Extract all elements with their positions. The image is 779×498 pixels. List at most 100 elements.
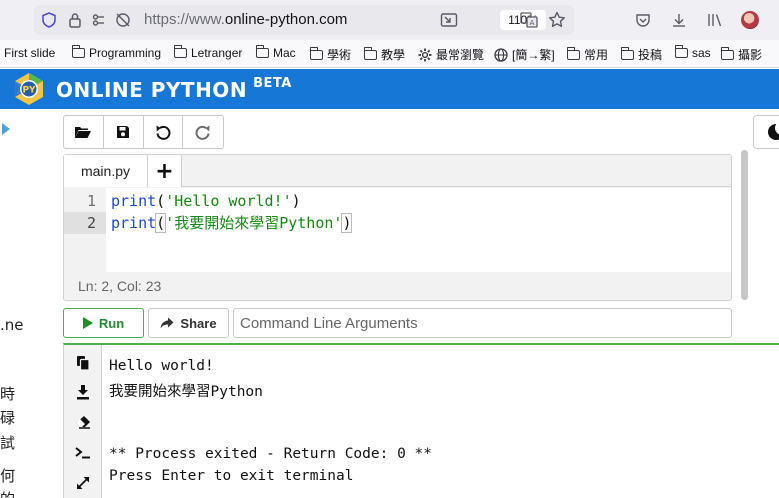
sidebar-text-fragment: 時 [0,385,16,403]
open-file-button[interactable] [64,116,104,148]
url-prefix: https://www. [144,11,225,28]
bookmark-folder[interactable]: 教學 [363,46,406,63]
tracking-off-icon[interactable] [114,11,132,29]
bookmark-label: 學術 [327,48,352,62]
code-area[interactable]: 1 2 print('Hello world!') print('我要開始來學習… [64,188,731,272]
folder-icon [720,46,734,60]
brand-name: ONLINE PYTHON [56,78,248,102]
bookmark-folder[interactable]: 投稿 [620,46,663,63]
bookmark-label: Programming [89,46,162,60]
copy-output-button[interactable] [73,353,93,373]
clear-output-button[interactable] [73,412,93,432]
code-line-active[interactable]: print('我要開始來學習Python') [111,212,353,234]
tab-main-py[interactable]: main.py [64,155,148,187]
moon-icon [768,121,779,140]
copy-icon [77,356,90,371]
pocket-icon[interactable] [633,10,653,30]
permissions-icon[interactable] [92,11,110,29]
bookmark-folder[interactable]: Programming [71,45,162,60]
open-shell-button[interactable] [73,443,93,463]
url-text[interactable]: https://www.online-python.com [144,11,347,28]
folder-icon [566,46,580,60]
bookmark-folder[interactable]: 學術 [309,46,352,63]
lock-icon[interactable] [66,11,84,29]
play-icon [82,317,93,329]
code-paren: ) [341,213,353,233]
account-avatar[interactable] [741,11,759,29]
cursor-status: Ln: 2, Col: 23 [78,278,162,294]
save-button[interactable] [104,116,144,148]
text-cursor [351,214,353,231]
url-host: online-python.com [224,11,348,28]
expand-icon [77,477,89,489]
translate-icon[interactable]: A [520,11,538,29]
bookmark-label: sas [692,46,711,60]
bookmark-folder[interactable]: Letranger [173,45,242,60]
bookmark-item[interactable]: First slide [4,46,55,60]
open-folder-icon [75,127,92,138]
shield-icon[interactable] [40,11,58,29]
folder-icon [620,46,634,60]
download-icon [77,385,89,400]
theme-toggle-button[interactable] [753,115,779,149]
bookmark-item[interactable]: 最常瀏覽 [418,46,484,63]
undo-icon [156,125,171,140]
code-string: '我要開始來學習Python' [165,214,343,232]
share-label: Share [180,315,217,331]
command-line-arguments-input[interactable] [233,308,732,338]
app-header: PY ONLINE PYTHON BETA [0,69,779,109]
bookmark-label: 常用 [584,48,609,62]
code-paren: ( [156,192,166,210]
bookmark-star-icon[interactable] [548,11,566,29]
run-button[interactable]: Run [63,308,144,338]
folder-icon [173,45,187,58]
logo-text: PY [22,86,36,96]
share-icon [160,317,174,329]
editor-tab-bar: main.py + [64,155,731,187]
code-string: 'Hello world!' [165,192,292,210]
bookmark-label: [簡→繁] [512,48,555,62]
bookmark-folder[interactable]: 常用 [566,46,609,63]
editor-scrollbar[interactable] [741,150,748,300]
ad-choices-icon[interactable] [2,123,10,135]
bookmark-label: 最常瀏覽 [436,48,485,62]
redo-icon [195,125,210,140]
folder-icon [363,46,377,60]
beta-badge: BETA [253,76,292,91]
expand-terminal-button[interactable] [73,473,93,493]
sidebar-text-fragment: 碌 [0,409,16,427]
editor-toolbar [63,115,224,149]
add-tab-button[interactable]: + [148,155,182,187]
share-button[interactable]: Share [148,308,229,338]
redo-button[interactable] [183,116,223,148]
bookmark-item[interactable]: [簡→繁] [494,46,555,63]
terminal-output[interactable]: Hello world! 我要開始來學習Python ** Process ex… [63,343,779,498]
folder-icon [309,46,323,60]
sidebar-text-fragment: .ne [0,316,24,334]
save-icon [117,126,130,138]
bookmark-folder[interactable]: 攝影 [720,46,762,63]
download-output-button[interactable] [73,382,93,402]
bookmarks-toolbar: First slide Programming Letranger Mac 學術… [0,40,779,68]
bookmark-folder[interactable]: Mac [255,45,296,60]
library-icon[interactable] [705,10,725,30]
download-icon[interactable] [669,10,689,30]
globe-icon [494,47,508,62]
terminal-sidebar [64,345,102,498]
line-number-active: 2 [64,212,106,234]
terminal-line: ** Process exited - Return Code: 0 ** [109,446,433,462]
folder-icon [71,45,85,58]
folder-icon [255,45,269,58]
run-label: Run [98,315,125,331]
undo-button[interactable] [144,116,184,148]
python-logo-icon[interactable]: PY [13,72,45,106]
code-line[interactable]: print('Hello world!') [111,190,301,212]
bookmark-folder[interactable]: sas [674,45,711,60]
url-bar[interactable]: https://www.online-python.com 110% A [34,5,574,35]
sidebar-text-fragment: 試 [0,434,16,452]
picture-in-picture-icon[interactable] [440,11,458,29]
brand-title[interactable]: ONLINE PYTHON BETA [56,76,292,102]
bookmark-label: 投稿 [638,48,663,62]
gear-icon [418,48,432,61]
bookmark-label: 教學 [381,48,406,62]
